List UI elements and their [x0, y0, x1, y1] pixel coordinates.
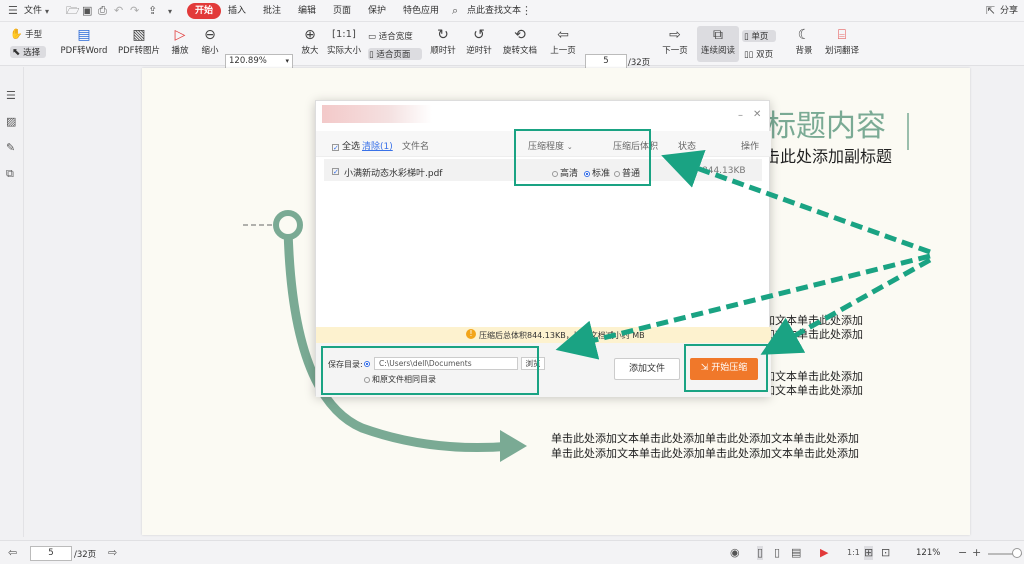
- tutorial-arrows: [555, 149, 932, 360]
- status-page-total: /32页: [74, 550, 97, 560]
- zoom-slider-handle[interactable]: [1012, 548, 1022, 558]
- arrow-to-options: [661, 149, 931, 255]
- fit-width-icon[interactable]: ⊡: [881, 546, 890, 560]
- status-page-input[interactable]: 5: [30, 546, 72, 561]
- zoom-minus-icon[interactable]: −: [958, 546, 967, 560]
- prev-page-icon[interactable]: ⇦: [8, 546, 17, 560]
- actual-size-icon[interactable]: 1:1: [847, 546, 860, 560]
- continuous-view-icon[interactable]: ▤: [791, 546, 801, 560]
- zoom-plus-icon[interactable]: +: [972, 546, 981, 560]
- next-page-icon[interactable]: ⇨: [108, 546, 117, 560]
- fit-page-icon[interactable]: ⊞: [864, 546, 874, 560]
- single-view-icon[interactable]: ▯: [757, 546, 764, 560]
- play-icon[interactable]: ▶: [820, 546, 828, 560]
- double-view-icon[interactable]: ▯: [774, 546, 780, 560]
- status-zoom: 121%: [916, 548, 941, 558]
- arrow-to-save-dir: [555, 253, 931, 360]
- status-bar: ⇦ 5 /32页 ⇨ ◉ ▯ ▯ ▤ ▶ 1:1 ⊞ ⊡ 121% − +: [0, 540, 1024, 564]
- eye-icon[interactable]: ◉: [730, 546, 740, 560]
